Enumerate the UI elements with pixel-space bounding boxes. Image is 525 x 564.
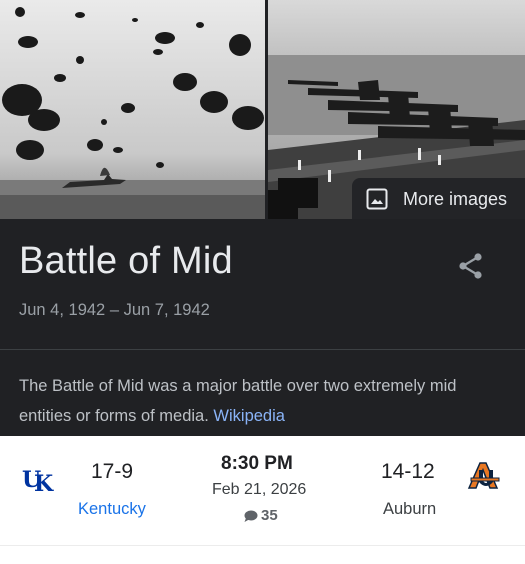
image-strip: More images: [0, 0, 525, 220]
knowledge-panel: More images Battle of Mid Jun 4, 1942 – …: [0, 0, 525, 436]
battle-photo-left[interactable]: [0, 0, 265, 219]
more-images-button[interactable]: More images: [352, 178, 525, 220]
away-record: 14-12: [381, 460, 435, 483]
share-icon[interactable]: [455, 250, 487, 282]
divider: [0, 349, 525, 350]
panel-description: The Battle of Mid was a major battle ove…: [19, 371, 509, 431]
more-images-label: More images: [403, 188, 508, 209]
panel-title: Battle of Mid: [19, 240, 233, 282]
comment-icon: [244, 510, 258, 522]
wikipedia-link[interactable]: Wikipedia: [213, 407, 285, 425]
kentucky-logo: U K: [22, 467, 54, 493]
home-team-name[interactable]: Kentucky: [78, 500, 146, 519]
svg-text:K: K: [34, 471, 54, 493]
home-record: 17-9: [91, 460, 134, 483]
comments-count[interactable]: 35: [243, 507, 278, 524]
game-date: Feb 21, 2026: [212, 481, 307, 498]
game-time: 8:30 PM: [221, 453, 293, 474]
image-icon: [366, 188, 388, 210]
auburn-logo: [467, 462, 500, 489]
battle-dates: Jun 4, 1942 – Jun 7, 1942: [19, 301, 210, 319]
comments-count-value: 35: [261, 507, 278, 524]
next-row-strip: [0, 546, 525, 564]
away-team-name[interactable]: Auburn: [383, 500, 436, 519]
